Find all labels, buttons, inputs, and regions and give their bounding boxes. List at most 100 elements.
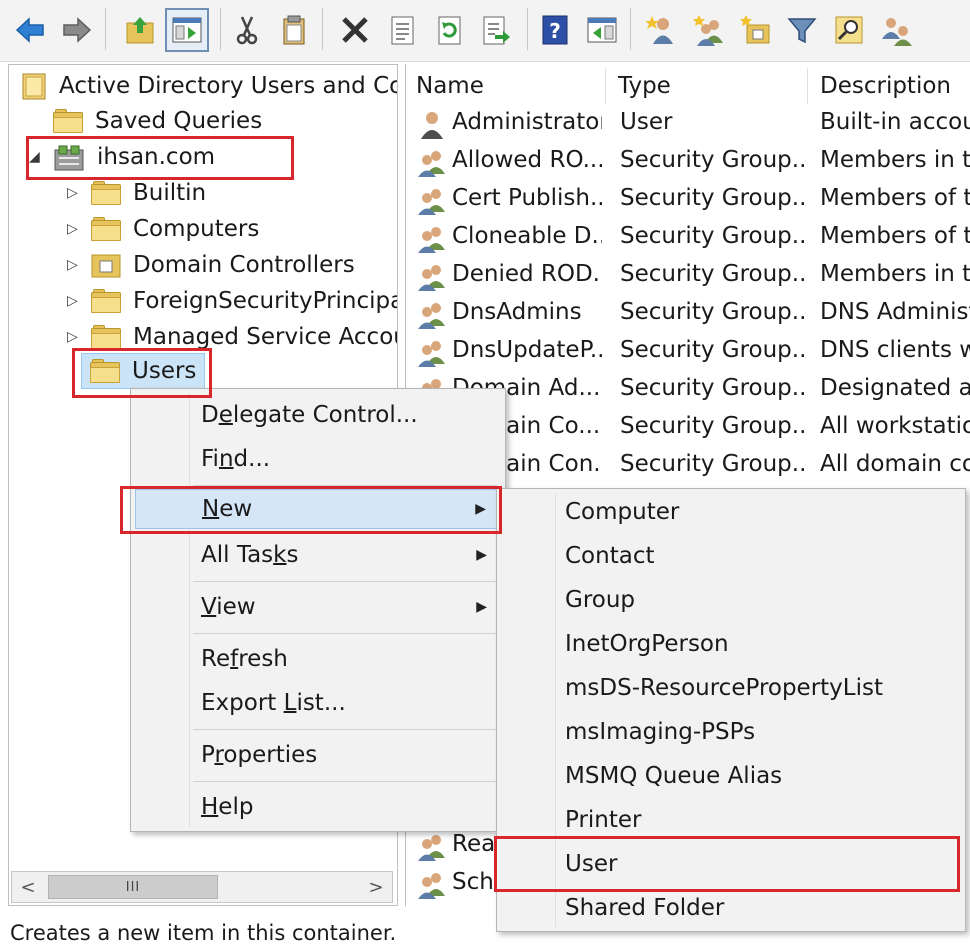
row-description: All domain co	[820, 451, 970, 477]
back-arrow-icon[interactable]	[8, 8, 52, 52]
row-type: Security Group...	[620, 261, 806, 287]
highlight-box-new	[120, 486, 502, 534]
group-icon	[418, 873, 445, 899]
help-icon[interactable]: ?	[533, 8, 577, 52]
context-menu: Delegate Control... Find... New ▶ All Ta…	[130, 388, 506, 832]
create-group-icon[interactable]	[687, 8, 731, 52]
tree-item-saved-queries[interactable]: Saved Queries	[53, 103, 262, 139]
row-type: Security Group...	[620, 337, 806, 363]
menu-item-delegate-control[interactable]: Delegate Control...	[135, 395, 501, 435]
highlight-box-domain	[26, 136, 294, 180]
add-to-group-icon[interactable]	[874, 8, 918, 52]
row-description: Members in th	[820, 147, 970, 173]
row-name: Cloneable D...	[452, 223, 602, 249]
tree-item-foreign-security-principals[interactable]: ▷ ForeignSecurityPrincipals	[67, 283, 397, 319]
submenu-item-msmq-queue-alias[interactable]: MSMQ Queue Alias	[501, 755, 961, 797]
show-action-pane-icon[interactable]	[580, 8, 624, 52]
row-name: Allowed RO...	[452, 147, 602, 173]
row-description: Members of th	[820, 185, 970, 211]
row-description: Members in th	[820, 261, 970, 287]
tree-item-computers[interactable]: ▷ Computers	[67, 211, 259, 247]
copy-icon[interactable]	[272, 8, 316, 52]
tree-item-label: Builtin	[133, 180, 207, 206]
export-list-icon[interactable]	[474, 8, 518, 52]
refresh-icon[interactable]	[427, 8, 471, 52]
folder-icon	[53, 109, 83, 133]
tree-root[interactable]: Active Directory Users and Com	[21, 68, 398, 104]
list-row[interactable]: DnsAdmins Security Group... DNS Administ	[406, 295, 970, 333]
list-row[interactable]: DnsUpdateP... Security Group... DNS clie…	[406, 333, 970, 371]
menu-item-all-tasks[interactable]: All Tasks ▶	[135, 535, 501, 575]
list-row[interactable]: Administrator User Built-in accou	[406, 105, 970, 143]
expand-triangle-icon[interactable]: ▷	[67, 257, 78, 273]
list-row[interactable]: Cloneable D... Security Group... Members…	[406, 219, 970, 257]
highlight-box-user	[494, 836, 960, 892]
submenu-item-computer[interactable]: Computer	[501, 491, 961, 533]
submenu-item-contact[interactable]: Contact	[501, 535, 961, 577]
menu-item-label: Export List...	[201, 690, 346, 716]
group-icon	[418, 341, 445, 367]
menu-item-label: Refresh	[201, 646, 288, 672]
scroll-left-button[interactable]: <	[12, 872, 44, 902]
submenu-item-printer[interactable]: Printer	[501, 799, 961, 841]
submenu-item-group[interactable]: Group	[501, 579, 961, 621]
menu-item-label: Delegate Control...	[201, 402, 418, 428]
tree-item-label: Computers	[133, 216, 260, 242]
filter-icon[interactable]	[780, 8, 824, 52]
row-name: Cert Publish...	[452, 185, 602, 211]
submenu-item-inetorgperson[interactable]: InetOrgPerson	[501, 623, 961, 665]
row-name: Denied ROD...	[452, 261, 602, 287]
expand-triangle-icon[interactable]: ▷	[67, 329, 78, 345]
list-row[interactable]: Cert Publish... Security Group... Member…	[406, 181, 970, 219]
tree-root-label: Active Directory Users and Com	[59, 73, 398, 99]
submenu-arrow-icon: ▶	[476, 599, 487, 615]
row-type: Security Group...	[620, 451, 806, 477]
column-header-name[interactable]: Name	[406, 68, 606, 104]
row-type: User	[620, 109, 673, 135]
group-icon	[418, 835, 445, 861]
highlight-box-users	[72, 348, 212, 398]
menu-item-view[interactable]: View ▶	[135, 587, 501, 627]
menu-item-properties[interactable]: Properties	[135, 735, 501, 775]
menu-item-refresh[interactable]: Refresh	[135, 639, 501, 679]
submenu-item-shared-folder[interactable]: Shared Folder	[501, 887, 961, 929]
scroll-right-button[interactable]: >	[360, 872, 392, 902]
find-icon[interactable]	[827, 8, 871, 52]
list-row[interactable]: Denied ROD... Security Group... Members …	[406, 257, 970, 295]
menu-item-label: Find...	[201, 446, 271, 472]
up-folder-icon[interactable]	[118, 8, 162, 52]
expand-triangle-icon[interactable]: ▷	[67, 293, 78, 309]
expand-triangle-icon[interactable]: ▷	[67, 185, 78, 201]
properties-sheet-icon[interactable]	[380, 8, 424, 52]
expand-triangle-icon[interactable]: ▷	[67, 221, 78, 237]
menu-item-label: All Tasks	[201, 542, 299, 568]
list-row[interactable]: Allowed RO... Security Group... Members …	[406, 143, 970, 181]
tree-item-builtin[interactable]: ▷ Builtin	[67, 175, 206, 211]
group-icon	[418, 303, 445, 329]
row-description: Members of th	[820, 223, 970, 249]
create-user-icon[interactable]	[640, 8, 684, 52]
row-type: Security Group...	[620, 185, 806, 211]
row-description: DNS clients wh	[820, 337, 970, 363]
menu-item-export-list[interactable]: Export List...	[135, 683, 501, 723]
show-hide-console-tree-icon[interactable]	[165, 8, 209, 52]
submenu-item-msimaging-psps[interactable]: msImaging-PSPs	[501, 711, 961, 753]
row-type: Security Group...	[620, 147, 806, 173]
group-icon	[418, 227, 445, 253]
tree-horizontal-scrollbar[interactable]: < III >	[11, 871, 393, 903]
scroll-thumb[interactable]: III	[48, 875, 218, 899]
cut-icon[interactable]	[225, 8, 269, 52]
ad-snapin-icon	[22, 73, 46, 100]
row-description: Designated ad	[820, 375, 970, 401]
tree-item-domain-controllers[interactable]: ▷ Domain Controllers	[67, 247, 355, 283]
folder-icon	[91, 181, 121, 205]
delete-icon[interactable]	[333, 8, 377, 52]
menu-item-find[interactable]: Find...	[135, 439, 501, 479]
menu-item-label: View	[201, 594, 256, 620]
create-ou-icon[interactable]	[734, 8, 778, 52]
column-header-description[interactable]: Description	[810, 68, 970, 104]
column-header-type[interactable]: Type	[608, 68, 808, 104]
menu-item-help[interactable]: Help	[135, 787, 501, 827]
forward-arrow-icon[interactable]	[55, 8, 99, 52]
submenu-item-msds-resourcepropertylist[interactable]: msDS-ResourcePropertyList	[501, 667, 961, 709]
